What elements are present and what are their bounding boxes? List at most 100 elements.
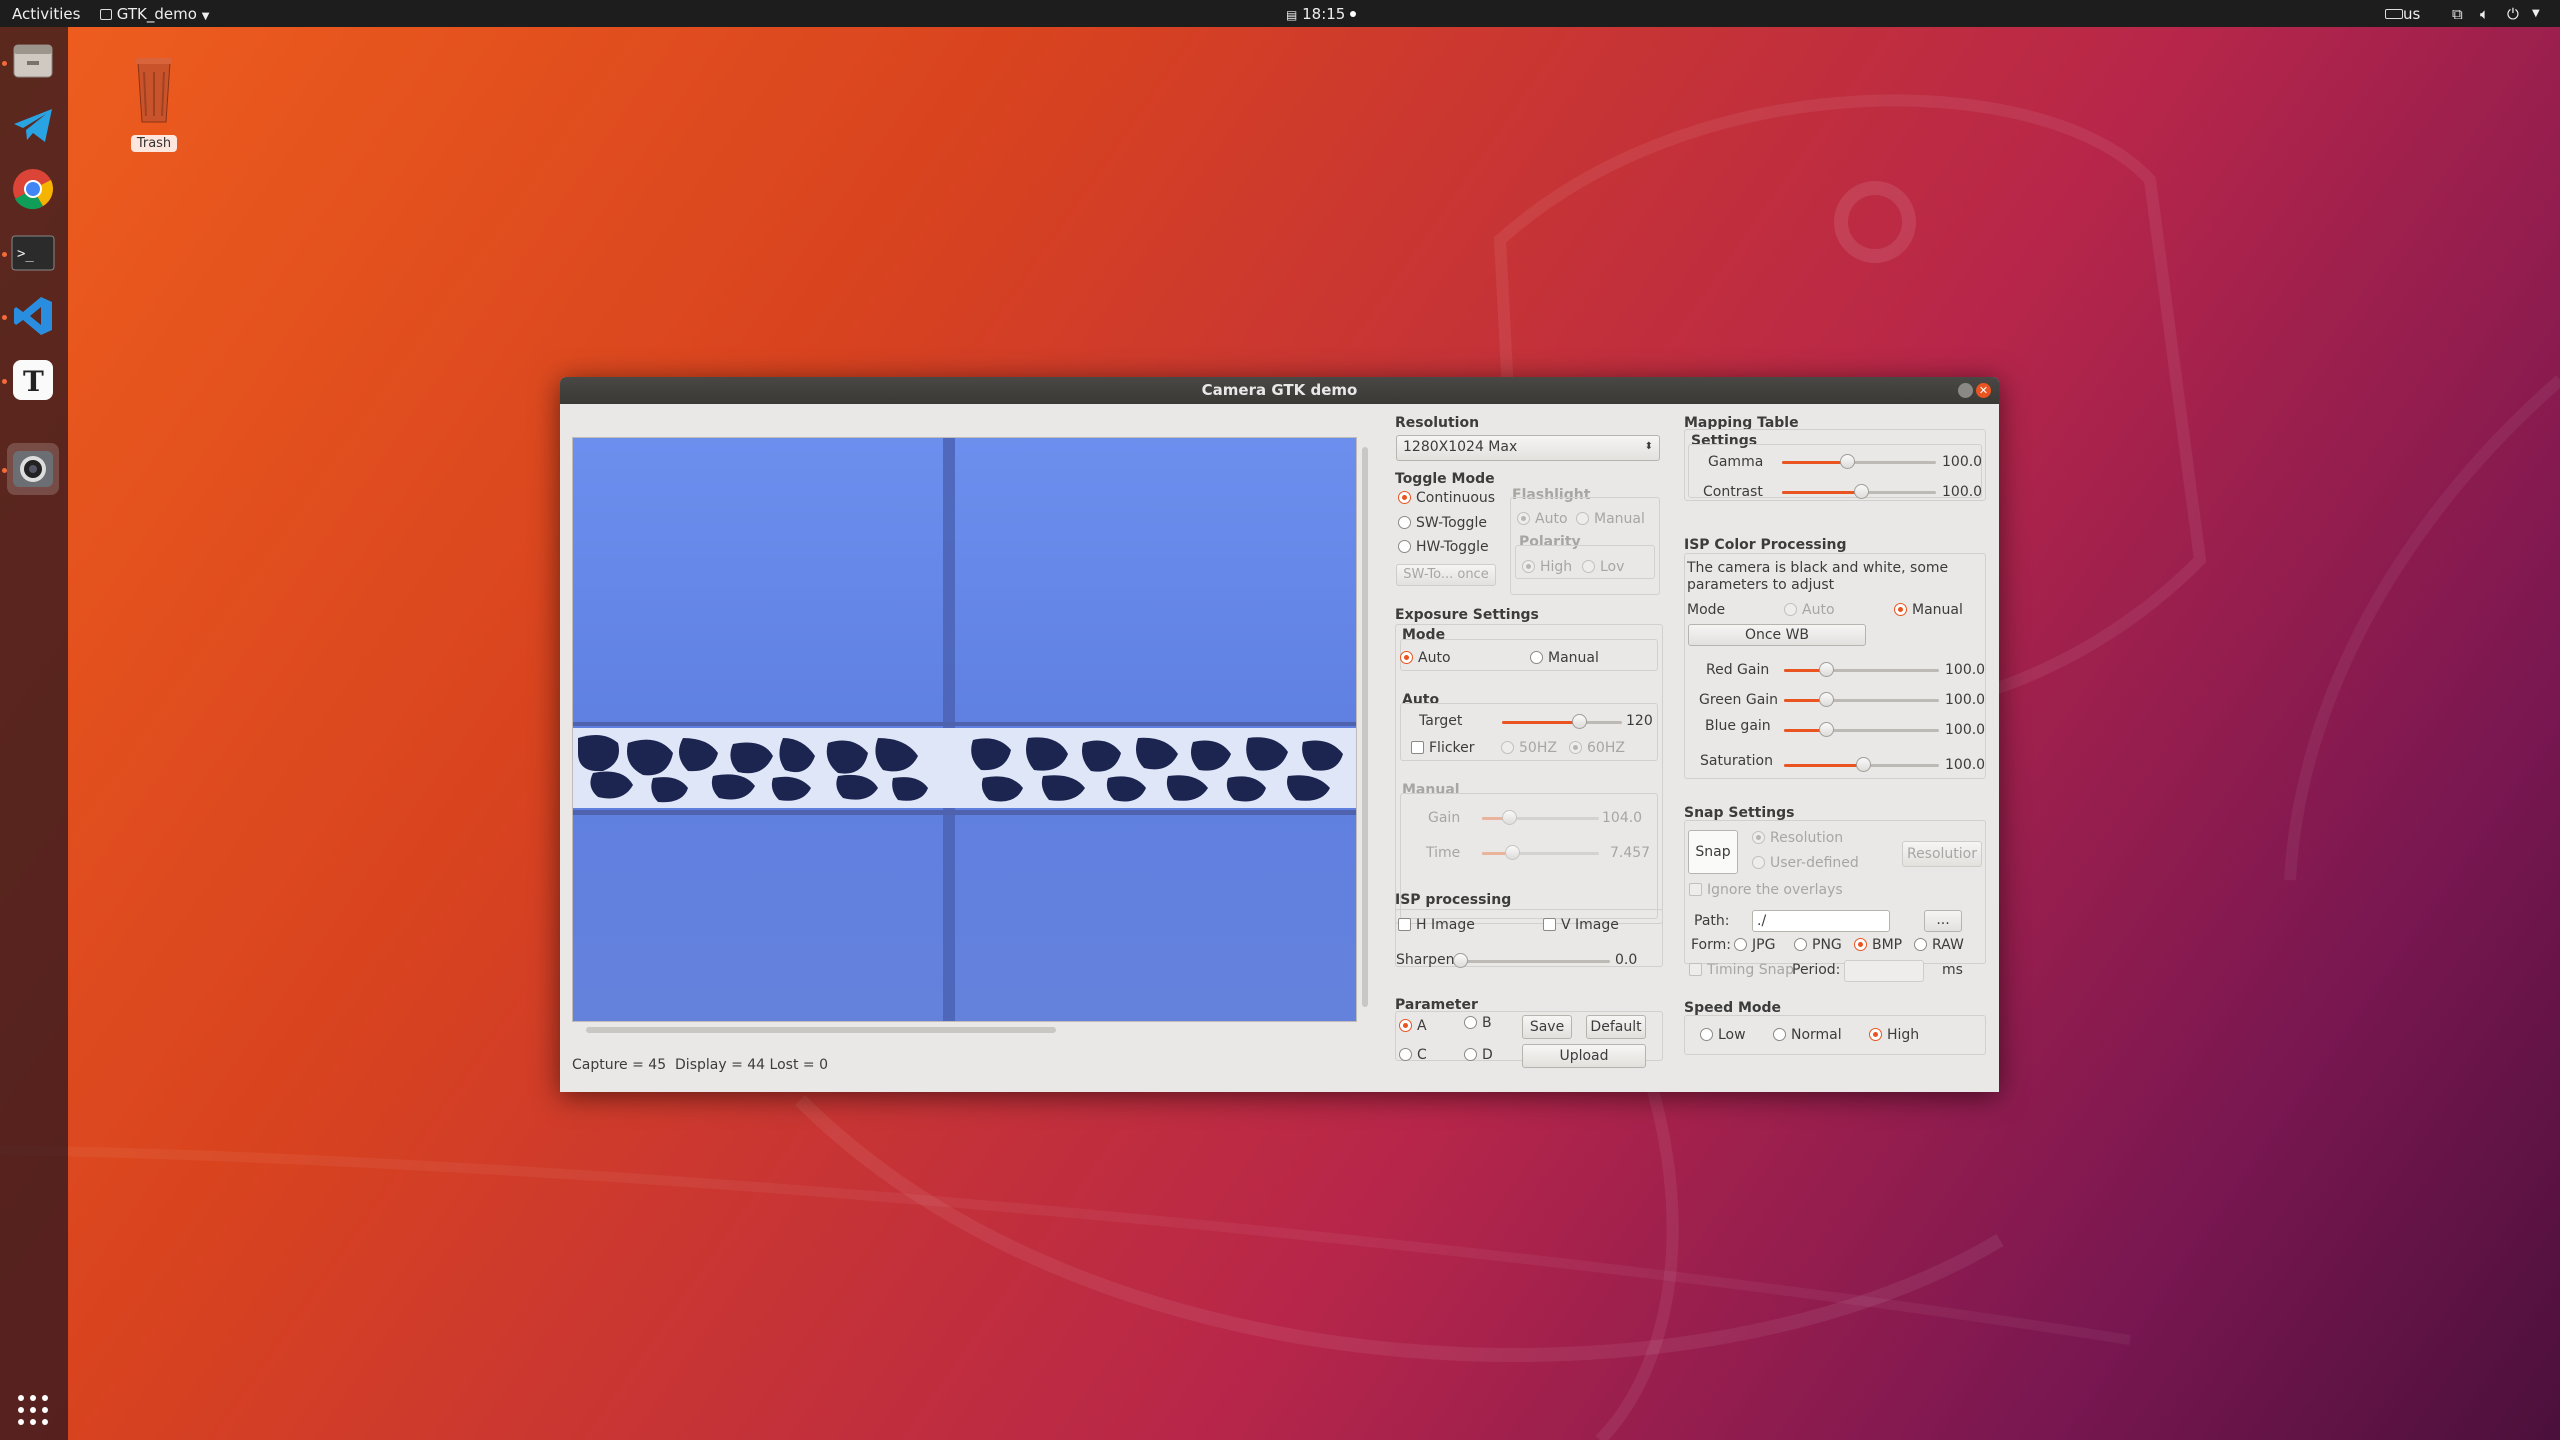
sharpen-slider[interactable] [1453, 952, 1610, 970]
blue-gain-slider[interactable] [1784, 721, 1939, 739]
horizontal-scroll-thumb[interactable] [586, 1027, 1056, 1033]
chevron-down-icon: ▼ [201, 11, 210, 22]
window-titlebar[interactable]: Camera GTK demo ✕ [560, 377, 1999, 404]
resolution-select[interactable]: 1280X1024 Max ⬍ [1396, 435, 1660, 461]
sw-toggle-radio[interactable]: SW-Toggle [1398, 515, 1487, 531]
browse-button[interactable]: ... [1924, 910, 1962, 932]
network-icon[interactable]: ⧉ [2452, 5, 2463, 23]
exposure-auto-radio[interactable]: Auto [1400, 650, 1451, 666]
clock[interactable]: ▤ 18:15 [1286, 5, 1357, 23]
form-png-radio[interactable]: PNG [1794, 937, 1842, 953]
param-a-radio[interactable]: A [1399, 1018, 1427, 1034]
keyboard-layout[interactable]: us [2385, 5, 2420, 23]
activities-button[interactable]: Activities [12, 5, 80, 23]
gamma-slider[interactable] [1782, 453, 1936, 471]
red-gain-slider[interactable] [1784, 661, 1939, 679]
resolution-heading: Resolution [1395, 415, 1480, 431]
timing-snap-checkbox[interactable]: Timing Snap [1689, 962, 1794, 978]
speed-low-radio[interactable]: Low [1700, 1027, 1746, 1043]
app-menu-label: GTK_demo [116, 5, 197, 23]
dock: >_ T [0, 27, 68, 1440]
flicker-checkbox[interactable]: Flicker [1411, 740, 1475, 756]
form-png-label: PNG [1812, 937, 1842, 953]
hz50-radio[interactable]: 50HZ [1501, 740, 1557, 756]
target-slider[interactable] [1502, 713, 1622, 731]
param-c-radio[interactable]: C [1399, 1047, 1427, 1063]
time-slider[interactable] [1482, 844, 1599, 862]
hz60-radio[interactable]: 60HZ [1569, 740, 1625, 756]
lost-count: Lost = 0 [769, 1057, 828, 1073]
param-c-label: C [1417, 1047, 1427, 1063]
radio-indicator [1784, 603, 1797, 616]
sw-once-button[interactable]: SW-To... once [1396, 564, 1496, 586]
radio-indicator [1399, 1019, 1412, 1032]
isp-manual-radio[interactable]: Manual [1894, 602, 1963, 618]
radio-indicator [1530, 651, 1543, 664]
files-icon[interactable] [7, 35, 59, 87]
text-editor-icon[interactable]: T [7, 354, 59, 406]
hw-toggle-radio[interactable]: HW-Toggle [1398, 539, 1489, 555]
terminal-icon[interactable]: >_ [7, 227, 59, 279]
isp-auto-radio[interactable]: Auto [1784, 602, 1835, 618]
polarity-low-radio[interactable]: Lov [1582, 559, 1624, 575]
saturation-slider[interactable] [1784, 756, 1939, 774]
speed-high-radio[interactable]: High [1869, 1027, 1919, 1043]
flash-auto-radio[interactable]: Auto [1517, 511, 1568, 527]
trash-icon [136, 58, 172, 123]
polarity-high-radio[interactable]: High [1522, 559, 1572, 575]
power-icon[interactable]: ⏻ [2507, 5, 2519, 23]
flash-manual-radio[interactable]: Manual [1576, 511, 1645, 527]
checkbox-indicator [1689, 963, 1702, 976]
green-gain-slider[interactable] [1784, 691, 1939, 709]
h-image-checkbox[interactable]: H Image [1398, 917, 1475, 933]
notification-dot-icon [1350, 11, 1357, 17]
save-button[interactable]: Save [1522, 1015, 1572, 1039]
v-image-checkbox[interactable]: V Image [1543, 917, 1619, 933]
app-menu[interactable]: GTK_demo ▼ [100, 5, 209, 23]
form-bmp-radio[interactable]: BMP [1854, 937, 1902, 953]
status-line: Capture = 45 Display = 44 Lost = 0 [572, 1057, 828, 1073]
trash-desktop-item[interactable]: Trash [130, 52, 178, 152]
period-input[interactable] [1844, 960, 1924, 982]
vscode-icon[interactable] [7, 290, 59, 342]
form-raw-radio[interactable]: RAW [1914, 937, 1964, 953]
exposure-heading: Exposure Settings [1395, 607, 1539, 623]
default-button[interactable]: Default [1586, 1015, 1646, 1039]
once-wb-button[interactable]: Once WB [1688, 624, 1866, 646]
snap-user-defined-radio[interactable]: User-defined [1752, 855, 1859, 871]
upload-button[interactable]: Upload [1522, 1044, 1646, 1068]
volume-icon[interactable]: 🔈︎ [2480, 5, 2489, 23]
saturation-label: Saturation [1700, 753, 1773, 769]
preview-vertical-scrollbar[interactable] [1360, 437, 1370, 1022]
camera-preview-viewport[interactable] [572, 437, 1357, 1022]
flash-auto-label: Auto [1535, 511, 1568, 527]
show-applications-icon[interactable] [15, 1392, 51, 1432]
target-label: Target [1419, 713, 1463, 729]
snap-resolution-radio[interactable]: Resolution [1752, 830, 1843, 846]
ms-label: ms [1942, 962, 1963, 978]
camera-app-icon[interactable] [7, 443, 59, 495]
form-jpg-radio[interactable]: JPG [1734, 937, 1775, 953]
system-menu-chevron-icon[interactable]: ▼ [2532, 8, 2540, 19]
snap-resolution-button[interactable]: Resolutior [1902, 841, 1982, 867]
form-bmp-label: BMP [1872, 937, 1903, 953]
snap-button[interactable]: Snap [1688, 830, 1738, 874]
minimize-button[interactable] [1958, 383, 1973, 398]
telegram-icon[interactable] [7, 99, 59, 151]
ignore-overlays-checkbox[interactable]: Ignore the overlays [1689, 882, 1843, 898]
close-button[interactable]: ✕ [1976, 383, 1991, 398]
path-input[interactable]: ./ [1752, 910, 1890, 932]
hz60-label: 60HZ [1587, 740, 1625, 756]
param-d-radio[interactable]: D [1464, 1047, 1493, 1063]
radio-indicator [1501, 741, 1514, 754]
param-b-radio[interactable]: B [1464, 1015, 1492, 1031]
period-label: Period: [1792, 962, 1841, 978]
contrast-slider[interactable] [1782, 483, 1936, 501]
speed-normal-radio[interactable]: Normal [1773, 1027, 1842, 1043]
vertical-scroll-thumb[interactable] [1362, 447, 1368, 1007]
chrome-icon[interactable] [7, 163, 59, 215]
exposure-manual-radio[interactable]: Manual [1530, 650, 1599, 666]
continuous-radio[interactable]: Continuous [1398, 490, 1495, 506]
gain-slider[interactable] [1482, 809, 1599, 827]
preview-horizontal-scrollbar[interactable] [572, 1025, 1357, 1035]
